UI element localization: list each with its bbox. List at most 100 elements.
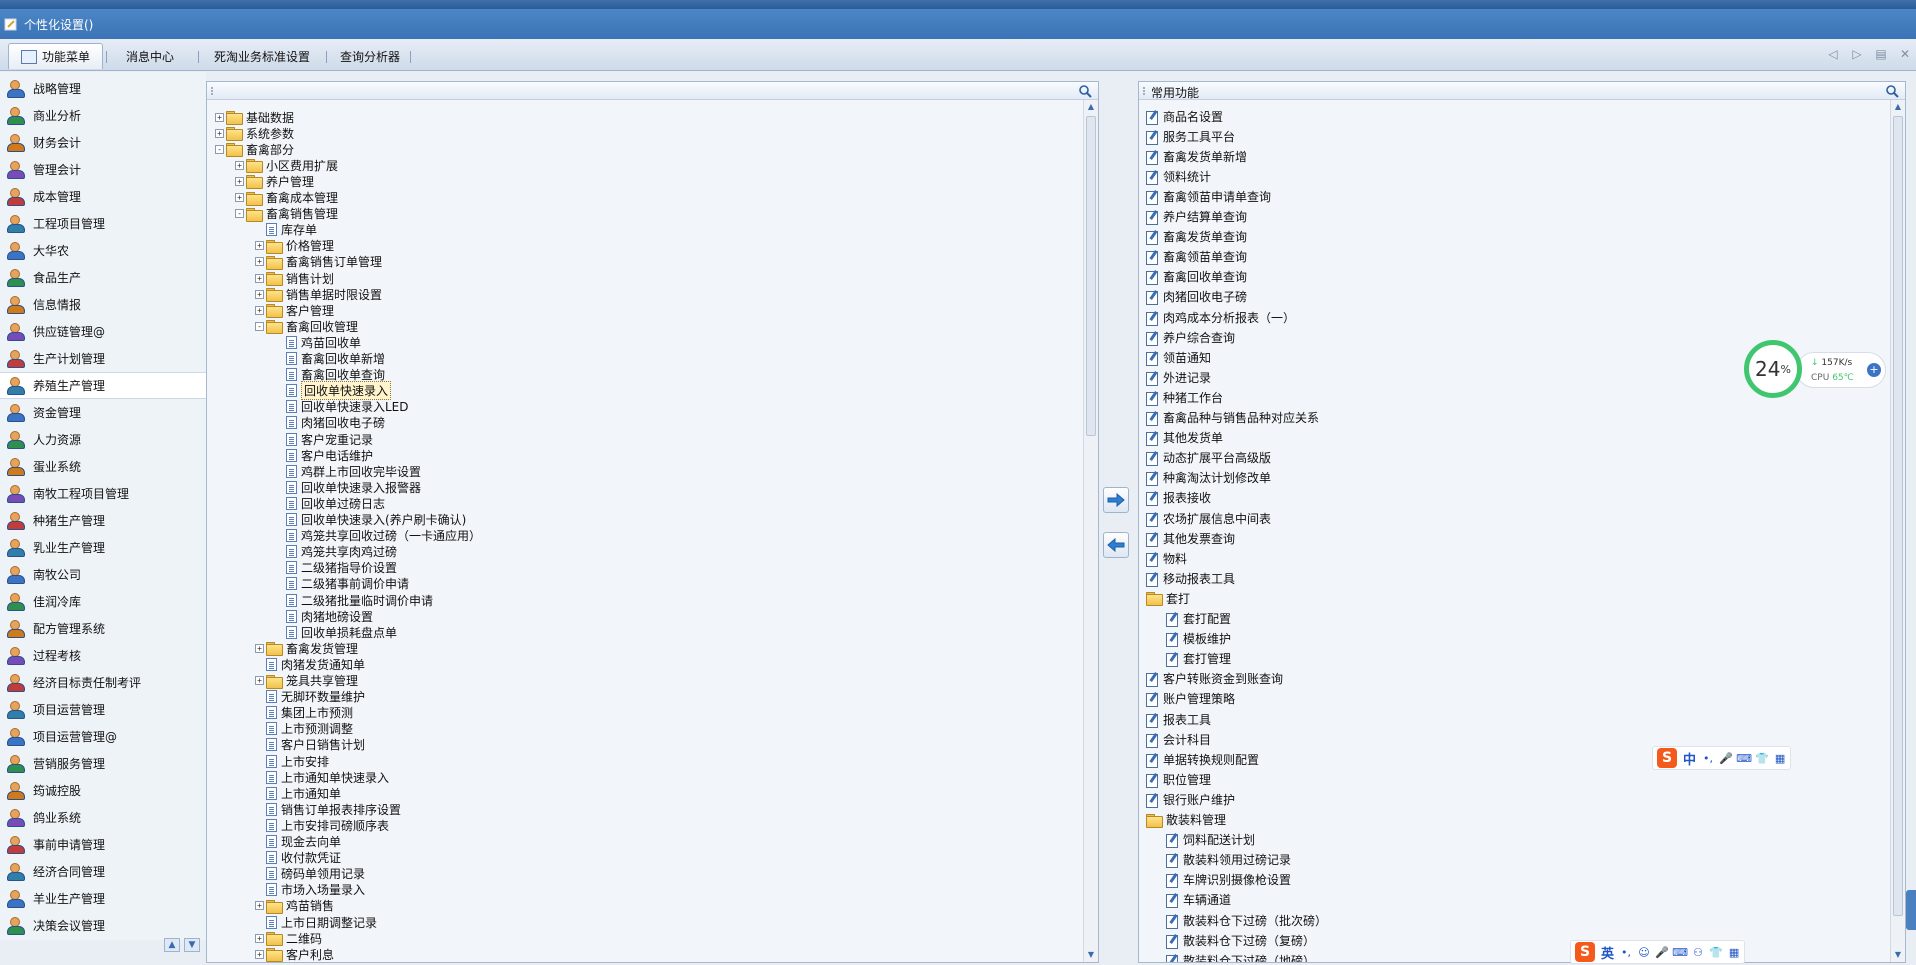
tree-item[interactable]: 散装料仓下过磅（批次磅） [1166,912,1327,929]
tree-item[interactable]: 鸡苗回收单 [275,334,361,350]
tree-item[interactable]: 鸡笼共享肉鸡过磅 [275,544,397,560]
tree-item[interactable]: 畜禽发货单新增 [1146,148,1247,165]
tree-folder[interactable]: - 畜禽销售管理 [235,206,338,222]
tree-item[interactable]: 集团上市预测 [255,705,353,721]
scroll-thumb[interactable] [1086,116,1096,436]
scroll-up-icon[interactable]: ▲ [1893,102,1903,112]
expand-icon[interactable]: + [235,176,244,186]
tree-folder[interactable]: + 系统参数 [215,125,294,142]
ime-toolbar-secondary[interactable]: S 英 •, ☺ 🎤 ⌨ ⚇ 👕 ▦ [1570,940,1746,964]
collapse-icon[interactable]: - [255,321,264,331]
tree-folder[interactable]: 散装料管理 [1146,812,1226,828]
sidebar-item[interactable]: 大华农 [0,237,206,264]
tree-item[interactable]: 外进记录 [1146,369,1211,386]
tree-item[interactable]: 回收单快速录入(养户刷卡确认) [275,512,466,528]
tree-item[interactable]: 模板维护 [1166,631,1231,648]
tree-item[interactable]: 回收单过磅日志 [275,495,385,511]
sidebar-item[interactable]: 战略管理 [0,75,206,102]
tree-folder[interactable]: 套打 [1146,590,1190,607]
sidebar-item[interactable]: 营销服务管理 [0,750,206,777]
tree-item[interactable]: 散装料仓下过磅（地磅） [1166,952,1315,962]
tree-item[interactable]: 畜禽回收单新增 [275,351,385,367]
skin-icon[interactable]: 👕 [1709,946,1723,959]
system-monitor-widget[interactable]: ↓ 157K/s CPU 65℃ + 24% [1744,340,1894,400]
expand-icon[interactable]: + [255,257,264,267]
prev-tab-icon[interactable]: ◁ [1826,47,1840,61]
tree-item[interactable]: 库存单 [255,222,317,238]
tree-item[interactable]: 套打管理 [1166,651,1231,668]
tree-item[interactable]: 领苗通知 [1146,349,1211,366]
ime-toolbar[interactable]: S 中 •, 🎤 ⌨ 👕 ▦ [1652,746,1792,770]
tree-item[interactable]: 肉鸡成本分析报表（一） [1146,309,1295,326]
expand-icon[interactable]: + [255,933,264,943]
punctuation-icon[interactable]: •, [1620,946,1632,959]
expand-icon[interactable]: + [255,273,264,283]
tab-query-analyzer[interactable]: 查询分析器 [328,43,412,69]
tree-item[interactable]: 无脚环数量维护 [255,689,365,705]
expand-icon[interactable]: + [255,643,264,653]
microphone-icon[interactable]: 🎤 [1719,752,1733,765]
skin-icon[interactable]: 👕 [1755,752,1769,765]
tree-item[interactable]: 客户日销售计划 [255,737,365,753]
tree-item[interactable]: 其他发票查询 [1146,530,1235,547]
search-icon[interactable] [1078,84,1092,98]
tree-folder[interactable]: + 畜禽销售订单管理 [255,254,382,270]
sidebar-item[interactable]: 工程项目管理 [0,210,206,237]
tree-scrollbar[interactable]: ▲ ▼ [1083,100,1098,962]
sidebar-item[interactable]: 供应链管理@ [0,318,206,345]
tree-folder[interactable]: + 养户管理 [235,173,314,190]
tree-item[interactable]: 二级猪事前调价申请 [275,576,409,592]
tree-item[interactable]: 养户综合查询 [1146,329,1235,346]
tree-item[interactable]: 上市安排司磅顺序表 [255,817,389,833]
collapse-icon[interactable]: - [235,209,244,219]
tree-item[interactable]: 其他发货单 [1146,430,1223,447]
tree-folder[interactable]: + 客户管理 [255,302,334,319]
add-to-favorites-button[interactable] [1103,487,1129,513]
tree-item[interactable]: 磅码单领用记录 [255,866,365,882]
scroll-down-icon[interactable]: ▼ [1086,950,1096,960]
tree-item[interactable]: 畜禽领苗申请单查询 [1146,188,1271,205]
tree-item[interactable]: 报表接收 [1146,490,1211,507]
expand-icon[interactable]: + [255,289,264,299]
ime-mode[interactable]: 中 [1683,749,1696,768]
keyboard-icon[interactable]: ⌨ [1736,752,1752,765]
tree-item[interactable]: 回收单快速录入 [275,381,392,401]
toolbox-icon[interactable]: ▦ [1774,752,1786,765]
tree-folder[interactable]: + 鸡苗销售 [255,898,334,914]
sidebar-item[interactable]: 成本管理 [0,183,206,210]
sidebar-item[interactable]: 鸽业系统 [0,804,206,831]
tree-item[interactable]: 领料统计 [1146,168,1211,185]
tree-item[interactable]: 肉猪地磅设置 [275,608,373,624]
tree-item[interactable]: 动态扩展平台高级版 [1146,450,1271,467]
tab-list-icon[interactable]: ▤ [1874,47,1888,61]
tree-item[interactable]: 畜禽回收单查询 [1146,269,1247,286]
sidebar-item[interactable]: 项目运营管理 [0,696,206,723]
tree-item[interactable]: 物料 [1146,550,1187,567]
tree-item[interactable]: 上市预测调整 [255,721,353,737]
tree-item[interactable]: 上市通知单 [255,785,341,801]
tab-message-center[interactable]: 消息中心 [114,43,186,69]
tree-item[interactable]: 车牌识别摄像枪设置 [1166,872,1291,889]
expand-icon[interactable]: + [255,949,264,959]
emoji-icon[interactable]: ☺ [1638,946,1650,959]
expand-icon[interactable]: + [235,193,244,202]
scroll-down-icon[interactable]: ▼ [184,938,200,952]
tree-item[interactable]: 回收单损耗盘点单 [275,624,397,640]
remove-from-favorites-button[interactable] [1103,532,1129,558]
sidebar-item[interactable]: 经济目标责任制考评 [0,669,206,696]
expand-icon[interactable]: + [235,160,244,170]
tree-folder[interactable]: + 畜禽发货管理 [255,640,358,657]
tree-item[interactable]: 职位管理 [1146,771,1211,788]
sidebar-item[interactable]: 财务会计 [0,129,206,156]
add-icon[interactable]: + [1867,363,1881,377]
scroll-thumb[interactable] [1893,116,1903,916]
tree-item[interactable]: 畜禽发货单查询 [1146,229,1247,246]
tree-item[interactable]: 饲料配送计划 [1166,832,1255,849]
expand-icon[interactable]: + [215,128,224,138]
tree-item[interactable]: 肉猪回收电子磅 [275,415,385,431]
tree-item[interactable]: 车辆通道 [1166,892,1231,909]
sidebar-item[interactable]: 信息情报 [0,291,206,318]
tree-item[interactable]: 上市安排 [255,753,329,769]
tree-item[interactable]: 肉猪回收电子磅 [1146,289,1247,306]
tree-item[interactable]: 现金去向单 [255,834,341,850]
